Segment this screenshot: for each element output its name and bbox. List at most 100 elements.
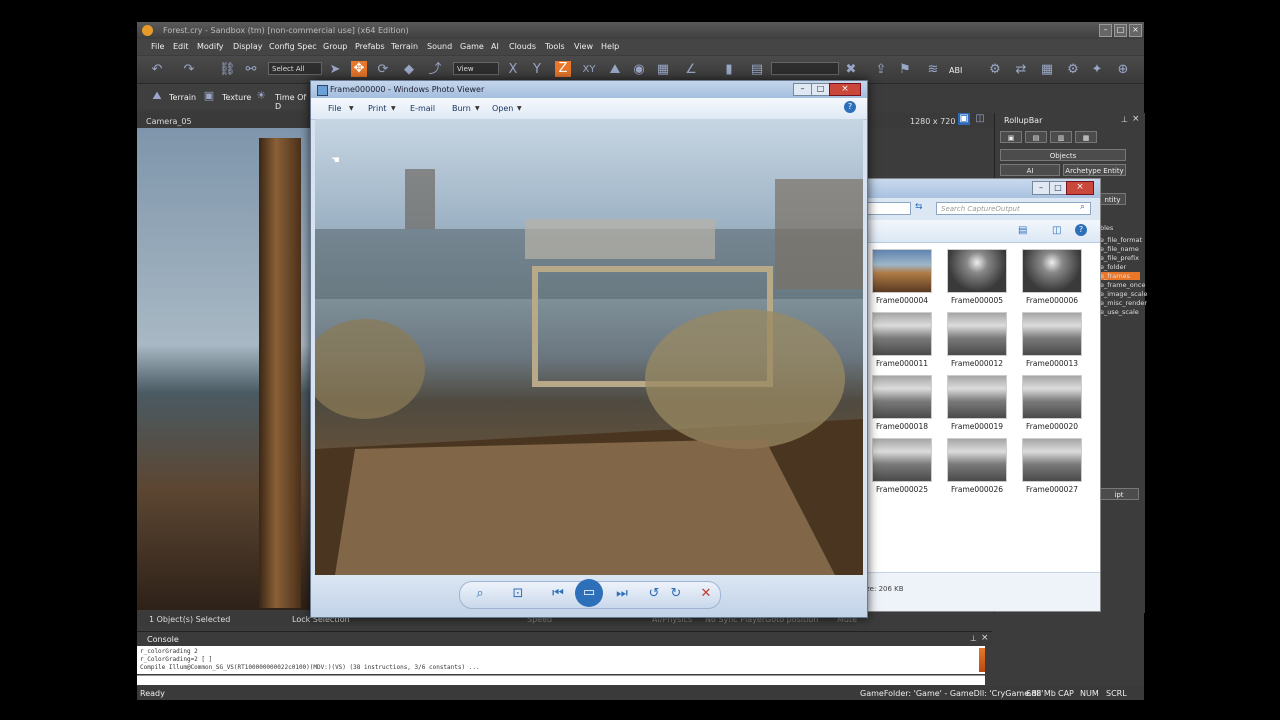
redo-icon[interactable]: ↷ xyxy=(181,62,197,78)
viewer-close-icon[interactable]: × xyxy=(829,83,861,96)
property-item[interactable]: e_file_name xyxy=(1100,245,1139,253)
chevron-down-icon[interactable]: ▼ xyxy=(391,105,396,112)
thumbnail-frame000025[interactable] xyxy=(872,438,932,482)
camera-icon[interactable]: ◉ xyxy=(631,62,647,78)
menu-prefabs[interactable]: Prefabs xyxy=(355,42,385,51)
terrain-button[interactable]: Terrain xyxy=(169,93,196,102)
archetype-entity-button[interactable]: Archetype Entity xyxy=(1063,164,1126,176)
zoom-icon[interactable]: ⌕ xyxy=(471,585,489,603)
unlink-icon[interactable]: ⚯ xyxy=(243,62,259,78)
undo-icon[interactable]: ↶ xyxy=(149,62,165,78)
rollup-tab-layers-icon[interactable]: ▦ xyxy=(1075,131,1097,143)
move-icon[interactable]: ✥ xyxy=(351,61,367,77)
settings-icon[interactable]: ⚙ xyxy=(1065,62,1081,78)
rotate-ccw-icon[interactable]: ↺ xyxy=(645,585,663,603)
search-icon[interactable]: ⌕ xyxy=(1080,202,1085,212)
menu-config-spec[interactable]: Config Spec xyxy=(269,42,317,51)
thumbnail-frame000004[interactable] xyxy=(872,249,932,293)
3d-viewport[interactable] xyxy=(137,128,312,610)
thumbnail-label[interactable]: Frame000004 xyxy=(862,296,942,305)
viewer-menu-email[interactable]: E-mail xyxy=(410,104,435,113)
axis-xy-icon[interactable]: XY xyxy=(581,62,597,78)
rollup-tab-terrain-icon[interactable]: ▤ xyxy=(1025,131,1047,143)
view-options-icon[interactable]: ▤ xyxy=(1018,225,1027,236)
viewer-menu-print[interactable]: Print xyxy=(368,104,386,113)
thumbnail-label[interactable]: Frame000020 xyxy=(1012,422,1092,431)
address-input[interactable] xyxy=(866,202,911,215)
axis-x-icon[interactable]: X xyxy=(505,62,521,78)
layers-icon[interactable]: ≋ xyxy=(925,62,941,78)
menu-group[interactable]: Group xyxy=(323,42,347,51)
snap-icon[interactable]: ⤴ xyxy=(427,62,443,78)
console-scrollbar[interactable] xyxy=(979,648,985,672)
viewer-help-icon[interactable]: ? xyxy=(844,101,856,113)
property-item[interactable]: e_folder xyxy=(1100,263,1126,271)
thumbnail-frame000026[interactable] xyxy=(947,438,1007,482)
select-icon[interactable]: ➤ xyxy=(327,62,343,78)
menu-view[interactable]: View xyxy=(574,42,593,51)
thumbnail-frame000018[interactable] xyxy=(872,375,932,419)
thumbnail-label[interactable]: Frame000025 xyxy=(862,485,942,494)
globe-icon[interactable]: ⊕ xyxy=(1115,62,1131,78)
menu-help[interactable]: Help xyxy=(601,42,619,51)
export-icon[interactable]: ⇪ xyxy=(873,62,889,78)
fit-icon[interactable]: ⊡ xyxy=(509,585,527,603)
grid-icon[interactable]: ▦ xyxy=(655,62,671,78)
thumbnail-label[interactable]: Frame000012 xyxy=(937,359,1017,368)
axis-z-icon[interactable]: Z xyxy=(555,61,571,77)
thumbnail-label[interactable]: Frame000013 xyxy=(1012,359,1092,368)
viewer-maximize-icon[interactable]: □ xyxy=(811,83,830,96)
minimize-icon[interactable]: – xyxy=(1099,24,1112,37)
viewer-menu-file[interactable]: File xyxy=(328,104,341,113)
thumbnail-label[interactable]: Frame000027 xyxy=(1012,485,1092,494)
camera-name[interactable]: Camera_05 xyxy=(146,117,192,126)
rollup-close-icon[interactable]: × xyxy=(1132,114,1140,124)
slideshow-icon[interactable]: ▭ xyxy=(575,579,603,607)
menu-ai[interactable]: AI xyxy=(491,42,499,51)
terrain-snap-icon[interactable]: ⛰ xyxy=(607,62,623,78)
thumbnail-frame000012[interactable] xyxy=(947,312,1007,356)
viewport-options-icon[interactable]: ▣ xyxy=(958,113,970,125)
entity-button[interactable]: ntity xyxy=(1099,193,1126,205)
viewer-minimize-icon[interactable]: – xyxy=(793,83,812,96)
menu-modify[interactable]: Modify xyxy=(197,42,224,51)
thumbnail-label[interactable]: Frame000019 xyxy=(937,422,1017,431)
menu-file[interactable]: File xyxy=(151,42,164,51)
menu-terrain[interactable]: Terrain xyxy=(391,42,418,51)
angle-snap-icon[interactable]: ∠ xyxy=(683,62,699,78)
thumbnail-frame000005[interactable] xyxy=(947,249,1007,293)
chevron-down-icon[interactable]: ▼ xyxy=(349,105,354,112)
thumbnail-label[interactable]: Frame000011 xyxy=(862,359,942,368)
thumbnail-frame000020[interactable] xyxy=(1022,375,1082,419)
objects-section[interactable]: Objects xyxy=(1000,149,1126,161)
menu-tools[interactable]: Tools xyxy=(545,42,565,51)
pin-icon[interactable]: ⊥ xyxy=(970,634,977,643)
property-item[interactable]: e_file_format xyxy=(1100,236,1142,244)
console-output[interactable]: r_colorGrading 2 r_ColorGrading=2 [ ] Co… xyxy=(137,646,985,674)
abi-label[interactable]: ABI xyxy=(949,66,962,75)
menu-clouds[interactable]: Clouds xyxy=(509,42,536,51)
ai-button[interactable]: AI xyxy=(1000,164,1060,176)
delete-icon[interactable]: ✕ xyxy=(697,585,715,603)
property-item[interactable]: e_file_prefix xyxy=(1100,254,1139,262)
thumbnail-frame000006[interactable] xyxy=(1022,249,1082,293)
viewer-menu-open[interactable]: Open xyxy=(492,104,513,113)
refresh-icon[interactable]: ⇆ xyxy=(915,202,923,212)
property-item[interactable]: e_frame_once xyxy=(1100,281,1145,289)
physics-icon[interactable]: ⚙ xyxy=(987,62,1003,78)
layer-combo[interactable] xyxy=(771,62,839,75)
menu-edit[interactable]: Edit xyxy=(173,42,189,51)
rollup-pin-icon[interactable]: ⊥ xyxy=(1121,115,1128,124)
explorer-close-icon[interactable]: × xyxy=(1066,181,1094,195)
ruler-icon[interactable]: ▮ xyxy=(721,62,737,78)
preview-pane-icon[interactable]: ◫ xyxy=(1052,225,1061,236)
time-of-day-button[interactable]: Time Of D xyxy=(275,93,307,111)
menu-sound[interactable]: Sound xyxy=(427,42,452,51)
rotate-cw-icon[interactable]: ↻ xyxy=(667,585,685,603)
view-combo[interactable]: View xyxy=(453,62,499,75)
texture-button[interactable]: Texture xyxy=(222,93,251,102)
script-button[interactable]: ipt xyxy=(1099,488,1139,500)
console-input[interactable] xyxy=(137,675,985,685)
explorer-maximize-icon[interactable]: □ xyxy=(1049,181,1067,195)
thumbnail-frame000019[interactable] xyxy=(947,375,1007,419)
